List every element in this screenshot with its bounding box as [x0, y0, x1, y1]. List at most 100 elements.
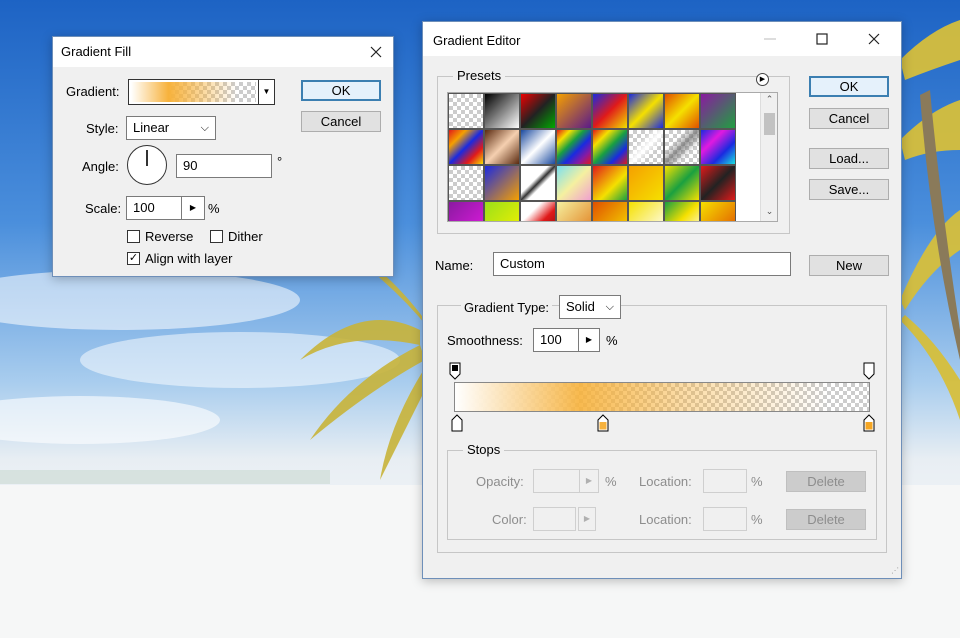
color-stop-mid[interactable]: [597, 414, 609, 432]
gradient-label: Gradient:: [66, 84, 120, 99]
opacity-stop-start[interactable]: [449, 362, 461, 380]
dither-checkbox[interactable]: [210, 230, 223, 243]
color-stop-start[interactable]: [451, 414, 463, 432]
preset-swatch[interactable]: [592, 201, 628, 221]
chevron-down-icon[interactable]: ⌄: [761, 206, 777, 220]
preset-swatch[interactable]: [664, 201, 700, 221]
scale-input[interactable]: 100: [126, 196, 182, 220]
smoothness-slider-button[interactable]: ▶: [578, 328, 600, 352]
dither-label[interactable]: Dither: [228, 229, 263, 244]
opacity-location-input[interactable]: [703, 469, 747, 493]
style-select[interactable]: Linear ⌵: [126, 116, 216, 140]
color-location-input[interactable]: [703, 507, 747, 531]
color-swatch-input[interactable]: [533, 507, 576, 531]
color-location-label: Location:: [639, 512, 692, 527]
gradient-preview-picker[interactable]: ▼: [128, 79, 275, 105]
preset-swatch[interactable]: [700, 201, 736, 221]
name-label: Name:: [435, 258, 474, 273]
reverse-label[interactable]: Reverse: [145, 229, 193, 244]
gradient-bar[interactable]: [454, 382, 870, 412]
resize-grip-icon[interactable]: ⋰: [889, 566, 899, 576]
align-with-layer-label[interactable]: Align with layer: [145, 251, 232, 266]
preset-swatch[interactable]: [628, 165, 664, 201]
preset-swatch[interactable]: [700, 93, 736, 129]
triangle-right-icon: ▶: [583, 514, 591, 523]
new-button[interactable]: New: [809, 255, 889, 276]
style-value: Linear: [133, 120, 170, 135]
name-input[interactable]: Custom: [493, 252, 791, 276]
preset-swatch[interactable]: [556, 129, 592, 165]
preset-swatch[interactable]: [484, 129, 520, 165]
preset-swatch[interactable]: [448, 93, 484, 129]
preset-swatch[interactable]: [448, 201, 484, 221]
opacity-delete-button[interactable]: Delete: [786, 471, 866, 492]
reverse-checkbox[interactable]: [127, 230, 140, 243]
preset-swatch[interactable]: [448, 129, 484, 165]
preset-swatch[interactable]: [484, 165, 520, 201]
ok-button[interactable]: OK: [301, 80, 381, 101]
chevron-down-icon: ▼: [262, 87, 271, 96]
preset-swatch[interactable]: [700, 165, 736, 201]
preset-swatch[interactable]: [520, 201, 556, 221]
presets-scrollbar[interactable]: ⌃ ⌄: [760, 93, 777, 221]
preset-swatch[interactable]: [520, 165, 556, 201]
align-with-layer-checkbox[interactable]: ✓: [127, 252, 140, 265]
minimize-icon[interactable]: [755, 24, 785, 54]
color-menu-button[interactable]: ▶: [578, 507, 596, 531]
preset-swatch[interactable]: [592, 93, 628, 129]
opacity-stop-end[interactable]: [863, 362, 875, 380]
cancel-button[interactable]: Cancel: [809, 108, 889, 129]
preset-swatch[interactable]: [664, 165, 700, 201]
preset-swatch[interactable]: [700, 129, 736, 165]
gradient-dropdown-button[interactable]: ▼: [258, 80, 274, 104]
preset-swatch[interactable]: [556, 93, 592, 129]
opacity-location-label: Location:: [639, 474, 692, 489]
gradient-type-label: Gradient Type:: [461, 300, 553, 315]
scale-slider-button[interactable]: ▶: [181, 196, 205, 220]
save-button[interactable]: Save...: [809, 179, 889, 200]
scrollbar-thumb[interactable]: [764, 113, 775, 135]
angle-input[interactable]: 90: [176, 154, 272, 178]
chevron-down-icon: ⌵: [200, 122, 209, 134]
preset-swatch[interactable]: [448, 165, 484, 201]
preset-swatch[interactable]: [556, 201, 592, 221]
preset-swatch[interactable]: [520, 93, 556, 129]
preset-swatch[interactable]: [664, 129, 700, 165]
load-button[interactable]: Load...: [809, 148, 889, 169]
preset-swatch[interactable]: [664, 93, 700, 129]
cancel-button[interactable]: Cancel: [301, 111, 381, 132]
gradient-fill-dialog: Gradient Fill Gradient: ▼ Style: Linear …: [52, 36, 394, 277]
style-label: Style:: [86, 121, 119, 136]
opacity-slider-button[interactable]: ▶: [579, 469, 599, 493]
triangle-right-icon: ▶: [759, 76, 766, 83]
opacity-input[interactable]: [533, 469, 580, 493]
scale-unit: %: [208, 201, 220, 216]
opacity-location-unit: %: [751, 474, 763, 489]
preset-swatch[interactable]: [484, 201, 520, 221]
preset-swatch[interactable]: [628, 129, 664, 165]
stops-label: Stops: [463, 442, 505, 457]
chevron-up-icon[interactable]: ⌃: [761, 94, 777, 108]
color-delete-button[interactable]: Delete: [786, 509, 866, 530]
gradient-fill-titlebar: Gradient Fill: [53, 37, 393, 67]
chevron-down-icon: ⌵: [605, 301, 614, 313]
ok-button[interactable]: OK: [809, 76, 889, 97]
close-icon[interactable]: [859, 24, 889, 54]
maximize-icon[interactable]: [807, 24, 837, 54]
preset-swatch[interactable]: [592, 129, 628, 165]
angle-dial[interactable]: [127, 145, 167, 185]
preset-swatch[interactable]: [628, 93, 664, 129]
close-icon[interactable]: [361, 37, 391, 67]
presets-menu-button[interactable]: ▶: [756, 73, 769, 86]
preset-swatch[interactable]: [556, 165, 592, 201]
preset-swatch[interactable]: [592, 165, 628, 201]
preset-swatch[interactable]: [520, 129, 556, 165]
preset-swatch[interactable]: [484, 93, 520, 129]
color-stop-end[interactable]: [863, 414, 875, 432]
gradient-preview[interactable]: [131, 82, 256, 102]
gradient-type-select[interactable]: Solid ⌵: [559, 295, 621, 319]
angle-label: Angle:: [82, 159, 119, 174]
smoothness-input[interactable]: 100: [533, 328, 579, 352]
preset-swatch[interactable]: [628, 201, 664, 221]
scale-label: Scale:: [85, 201, 122, 216]
